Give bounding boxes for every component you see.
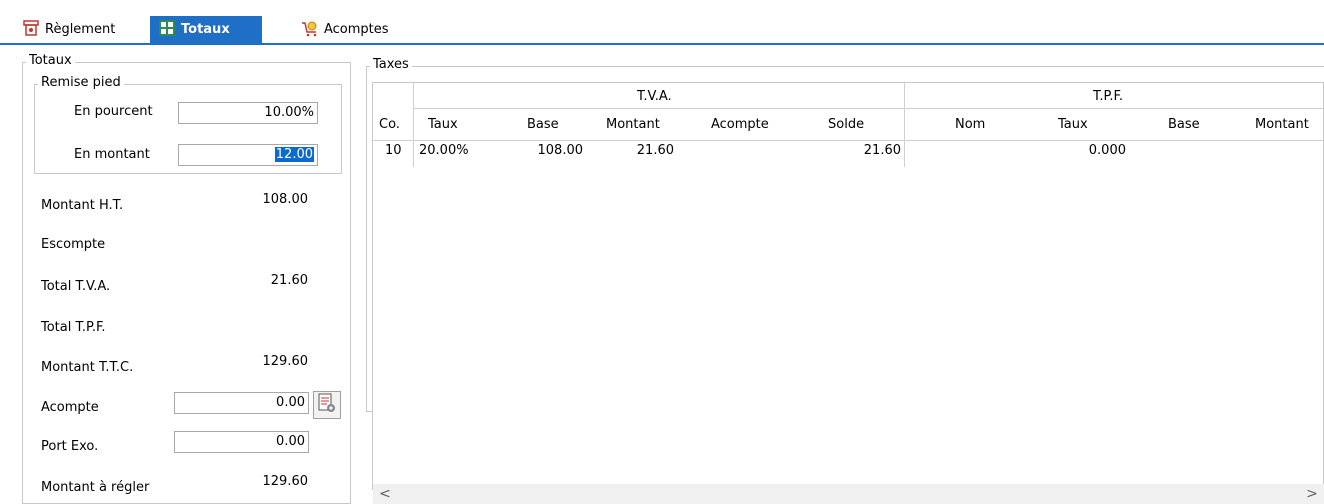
col-header-tpf-base: Base bbox=[1168, 117, 1200, 132]
document-gear-icon bbox=[317, 393, 337, 417]
total-tva-label: Total T.V.A. bbox=[41, 279, 111, 294]
calculator-icon bbox=[158, 19, 176, 41]
tab-underline bbox=[0, 43, 1324, 45]
port-exo-input[interactable]: 0.00 bbox=[174, 431, 309, 453]
cell-solde: 21.60 bbox=[863, 143, 901, 158]
col-header-tpf-taux: Taux bbox=[1058, 117, 1088, 132]
col-header-acompte: Acompte bbox=[711, 117, 769, 132]
montant-regler-label: Montant à régler bbox=[41, 480, 150, 495]
col-header-co: Co. bbox=[379, 117, 400, 132]
cell-montant: 21.60 bbox=[636, 143, 674, 158]
montant-ht-label: Montant H.T. bbox=[41, 198, 124, 213]
tab-acomptes-label: Acomptes bbox=[324, 22, 389, 37]
taxes-table[interactable]: T.V.A. T.P.F. Co. Taux Base Montant Acom… bbox=[372, 82, 1324, 490]
col-header-base: Base bbox=[527, 117, 559, 132]
total-tva-value: 21.60 bbox=[270, 273, 308, 288]
scroll-right-icon[interactable]: > bbox=[1304, 484, 1320, 504]
col-header-solde: Solde bbox=[828, 117, 865, 132]
receipt-icon bbox=[22, 19, 40, 41]
col-divider-co bbox=[413, 83, 414, 167]
cell-taux: 20.00% bbox=[419, 143, 469, 158]
acompte-settings-button[interactable] bbox=[313, 391, 341, 419]
tab-reglement[interactable]: Règlement bbox=[14, 16, 123, 43]
montant-ttc-value: 129.60 bbox=[262, 354, 309, 369]
col-divider-tva-tpf bbox=[904, 83, 905, 167]
group-header-tpf: T.P.F. bbox=[1093, 89, 1123, 104]
group-header-tva: T.V.A. bbox=[637, 89, 672, 104]
col-header-taux: Taux bbox=[428, 117, 458, 132]
cell-tpf-taux: 0.000 bbox=[1088, 143, 1126, 158]
cell-base: 108.00 bbox=[537, 143, 584, 158]
en-montant-input[interactable]: 12.00 bbox=[178, 144, 318, 166]
totaux-legend: Totaux bbox=[26, 53, 75, 68]
tab-acomptes[interactable]: Acomptes bbox=[293, 16, 397, 43]
en-montant-selected-text: 12.00 bbox=[274, 147, 314, 162]
col-header-nom: Nom bbox=[955, 117, 986, 132]
cell-co: 10 bbox=[385, 143, 402, 158]
horizontal-scrollbar[interactable]: < > bbox=[373, 484, 1324, 504]
tab-totaux-label: Totaux bbox=[181, 22, 230, 37]
escompte-label: Escompte bbox=[41, 237, 106, 252]
acompte-label: Acompte bbox=[41, 400, 99, 415]
acompte-input[interactable]: 0.00 bbox=[174, 392, 309, 414]
scroll-left-icon[interactable]: < bbox=[377, 484, 393, 504]
tab-totaux[interactable]: Totaux bbox=[150, 16, 262, 43]
header-divider-bottom bbox=[373, 140, 1323, 141]
header-divider-top bbox=[413, 108, 1323, 109]
col-header-tpf-montant: Montant bbox=[1255, 117, 1309, 132]
remise-pied-legend: Remise pied bbox=[38, 75, 124, 90]
port-exo-label: Port Exo. bbox=[41, 439, 99, 454]
total-tpf-label: Total T.P.F. bbox=[41, 320, 106, 335]
tab-reglement-label: Règlement bbox=[45, 22, 116, 37]
tab-strip: Règlement Totaux Acomptes bbox=[0, 0, 1324, 44]
cart-coin-icon bbox=[301, 19, 319, 41]
montant-ttc-label: Montant T.T.C. bbox=[41, 360, 134, 375]
en-pourcent-input[interactable]: 10.00% bbox=[178, 102, 318, 124]
montant-regler-value: 129.60 bbox=[262, 474, 309, 489]
en-pourcent-label: En pourcent bbox=[74, 104, 153, 119]
en-montant-label: En montant bbox=[74, 147, 150, 162]
taxes-legend: Taxes bbox=[370, 57, 412, 72]
col-header-montant: Montant bbox=[606, 117, 660, 132]
montant-ht-value: 108.00 bbox=[262, 192, 309, 207]
